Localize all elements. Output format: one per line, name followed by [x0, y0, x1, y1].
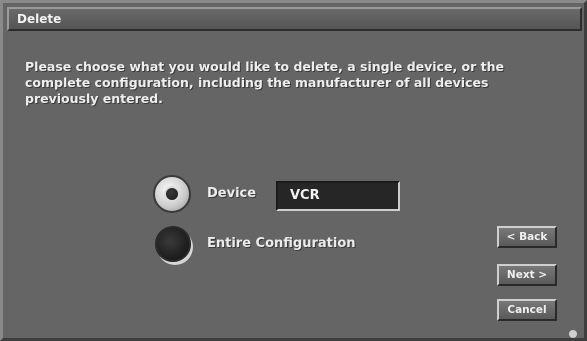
cancel-button[interactable]: Cancel	[497, 299, 557, 321]
back-button[interactable]: < Back	[497, 226, 557, 248]
device-option-label[interactable]: Device	[207, 186, 256, 201]
device-field-value: VCR	[290, 188, 320, 203]
device-radio-button[interactable]	[153, 175, 191, 213]
corner-indicator-icon	[569, 330, 577, 338]
device-select-field[interactable]: VCR	[276, 181, 400, 211]
title-bar: Delete	[7, 7, 582, 31]
radio-selected-dot	[164, 186, 180, 202]
entire-configuration-label[interactable]: Entire Configuration	[207, 236, 356, 251]
window-title: Delete	[17, 12, 62, 26]
next-button[interactable]: Next >	[497, 264, 557, 286]
entire-configuration-radio-button[interactable]	[155, 226, 191, 262]
delete-dialog: Delete Please choose what you would like…	[0, 0, 587, 341]
instructions-text: Please choose what you would like to del…	[25, 59, 505, 106]
